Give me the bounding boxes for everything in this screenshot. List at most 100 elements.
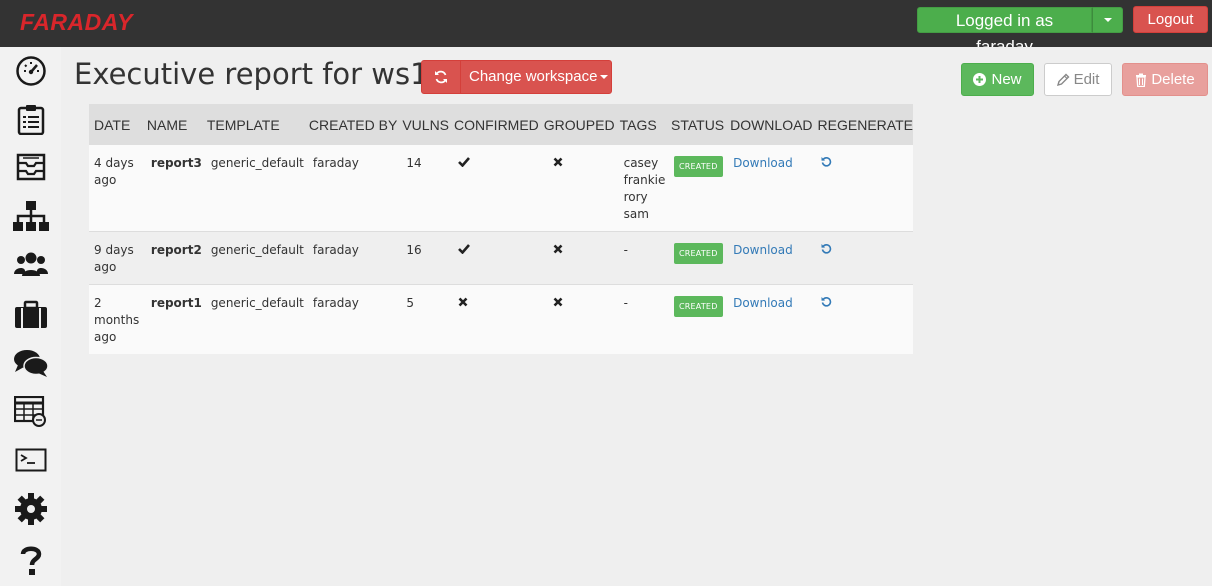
sidebar-item-users[interactable] xyxy=(0,243,61,287)
dashboard-gauge-icon xyxy=(15,56,46,86)
template-cell: generic_default xyxy=(201,231,304,285)
column-header-download[interactable]: DOWNLOAD xyxy=(725,104,813,145)
vulns-cell: 16 xyxy=(397,231,450,285)
grouped-cell xyxy=(538,284,615,354)
name-cell: report2 xyxy=(141,231,202,285)
template-cell: generic_default xyxy=(201,145,304,232)
column-header-created-by[interactable]: CREATED BY xyxy=(303,104,398,145)
sidebar-item-data-table[interactable] xyxy=(0,390,61,434)
tag: - xyxy=(623,296,628,310)
table-header-row: DATE NAME TEMPLATE CREATED BY VULNS CONF… xyxy=(89,104,913,145)
change-workspace-button[interactable]: Change workspace xyxy=(460,60,612,94)
name-cell: report3 xyxy=(141,145,202,232)
status-cell: CREATED xyxy=(666,145,726,232)
created-by-cell: faraday xyxy=(303,284,398,354)
column-header-date[interactable]: DATE xyxy=(89,104,142,145)
inbox-stack-icon xyxy=(16,153,45,181)
sidebar-item-console[interactable] xyxy=(0,438,61,482)
created-by-cell: faraday xyxy=(303,145,398,232)
users-icon xyxy=(13,252,48,276)
pencil-icon xyxy=(1056,73,1070,86)
user-menu[interactable]: Logged in as faraday xyxy=(917,7,1123,56)
refresh-icon xyxy=(435,70,447,84)
table-grid-icon xyxy=(13,396,46,427)
table-row[interactable]: 4 days ago report3 generic_default farad… xyxy=(89,145,913,232)
x-icon xyxy=(553,296,563,310)
delete-button[interactable]: Delete xyxy=(1122,63,1208,96)
download-cell: Download xyxy=(725,231,813,285)
top-navbar: FARADAY Logged in as faraday Logout xyxy=(0,0,1212,56)
regenerate-icon[interactable] xyxy=(821,156,832,170)
column-header-regenerate[interactable]: REGENERATE xyxy=(812,104,913,145)
regenerate-cell xyxy=(812,145,913,232)
tag: rory xyxy=(623,190,648,204)
status-badge: CREATED xyxy=(674,243,723,264)
sitemap-icon xyxy=(12,201,49,231)
sidebar-item-help[interactable] xyxy=(0,538,61,582)
regenerate-icon[interactable] xyxy=(821,243,832,257)
briefcase-icon xyxy=(14,300,47,328)
logout-button[interactable]: Logout xyxy=(1133,6,1208,33)
column-header-template[interactable]: TEMPLATE xyxy=(201,104,304,145)
check-icon xyxy=(458,156,470,170)
new-report-button[interactable]: New xyxy=(961,63,1034,96)
vulns-cell: 14 xyxy=(397,145,450,232)
created-by-cell: faraday xyxy=(303,231,398,285)
column-header-tags[interactable]: TAGS xyxy=(614,104,666,145)
column-header-name[interactable]: NAME xyxy=(141,104,202,145)
question-icon xyxy=(20,546,41,575)
table-row[interactable]: 9 days ago report2 generic_default farad… xyxy=(89,231,913,285)
chat-bubbles-icon xyxy=(13,350,49,377)
sidebar-item-inbox[interactable] xyxy=(0,145,61,189)
faraday-logo[interactable]: FARADAY xyxy=(20,9,133,36)
sidebar-item-workspaces[interactable] xyxy=(0,293,61,337)
main-content: Executive report for ws1 Change workspac… xyxy=(61,47,1212,586)
download-link[interactable]: Download xyxy=(733,243,793,257)
download-link[interactable]: Download xyxy=(733,156,793,170)
check-icon xyxy=(458,243,470,257)
name-cell: report1 xyxy=(141,284,202,354)
sidebar-item-status-report[interactable] xyxy=(0,97,61,141)
download-link[interactable]: Download xyxy=(733,296,793,310)
gear-icon xyxy=(14,493,47,525)
x-icon xyxy=(458,296,468,310)
user-menu-dropdown-toggle[interactable] xyxy=(1092,7,1123,33)
column-header-status[interactable]: STATUS xyxy=(666,104,726,145)
logged-in-button[interactable]: Logged in as faraday xyxy=(917,7,1092,56)
date-cell: 9 days ago xyxy=(89,231,142,285)
delete-label: Delete xyxy=(1151,71,1195,88)
status-cell: CREATED xyxy=(666,231,726,285)
edit-button[interactable]: Edit xyxy=(1044,63,1112,96)
status-badge: CREATED xyxy=(674,296,723,317)
confirmed-cell xyxy=(449,284,539,354)
download-cell: Download xyxy=(725,145,813,232)
x-icon xyxy=(553,243,563,257)
date-cell: 2 months ago xyxy=(89,284,142,354)
column-header-confirmed[interactable]: CONFIRMED xyxy=(449,104,539,145)
caret-down-icon xyxy=(1103,18,1112,22)
status-badge: CREATED xyxy=(674,156,723,177)
sidebar-item-dashboard[interactable] xyxy=(0,49,61,93)
template-cell: generic_default xyxy=(201,284,304,354)
change-workspace-label: Change workspace xyxy=(469,68,598,85)
terminal-icon xyxy=(15,448,46,472)
new-label: New xyxy=(991,71,1022,88)
tag: sam xyxy=(623,207,649,221)
tags-cell: casey frankie rory sam xyxy=(614,145,666,232)
regenerate-icon[interactable] xyxy=(821,296,832,310)
column-header-grouped[interactable]: GROUPED xyxy=(538,104,615,145)
sidebar-item-settings[interactable] xyxy=(0,487,61,531)
tag: frankie xyxy=(623,173,666,187)
confirmed-cell xyxy=(449,231,539,285)
sidebar-item-comments[interactable] xyxy=(0,341,61,385)
sidebar xyxy=(0,47,61,586)
grouped-cell xyxy=(538,145,615,232)
refresh-button[interactable] xyxy=(421,60,461,94)
sidebar-item-hosts[interactable] xyxy=(0,194,61,238)
x-icon xyxy=(553,156,563,170)
table-row[interactable]: 2 months ago report1 generic_default far… xyxy=(89,284,913,354)
column-header-vulns[interactable]: VULNS xyxy=(397,104,450,145)
vulns-cell: 5 xyxy=(397,284,450,354)
regenerate-cell xyxy=(812,284,913,354)
date-cell: 4 days ago xyxy=(89,145,142,232)
